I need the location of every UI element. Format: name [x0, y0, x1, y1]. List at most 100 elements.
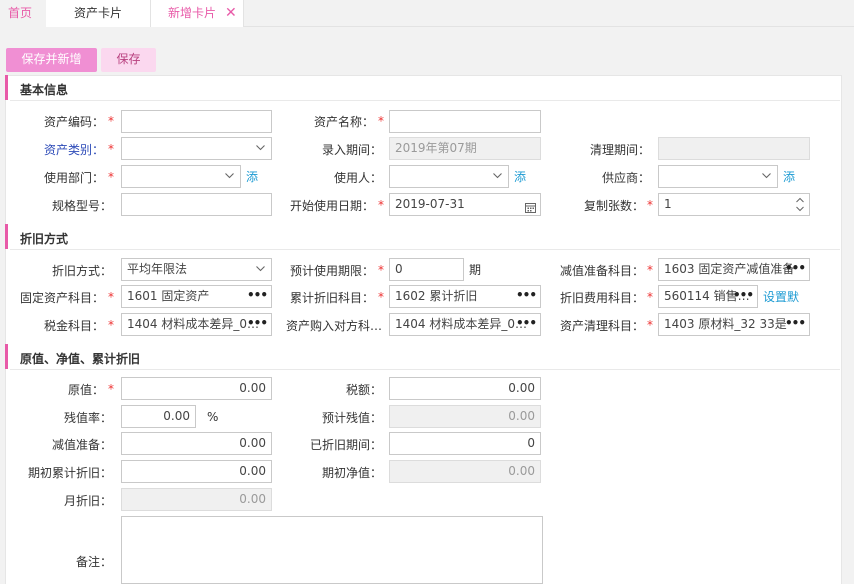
required-mark: *	[108, 318, 114, 332]
tab-new-card-label: 新增卡片	[168, 6, 217, 20]
required-mark: *	[378, 263, 384, 277]
user-select[interactable]	[389, 165, 509, 188]
dep-expense-account-picker[interactable]: 560114 销售… •••	[658, 285, 758, 308]
cleanup-period-label: 清理期间：	[589, 143, 650, 157]
more-icon[interactable]: •••	[247, 314, 268, 335]
impairment-input[interactable]: 0.00	[121, 432, 272, 455]
opening-accum-dep-input[interactable]: 0.00	[121, 460, 272, 483]
required-mark: *	[108, 142, 114, 156]
tab-home[interactable]: 首页	[0, 0, 46, 27]
period-unit: 期	[469, 263, 482, 277]
accum-dep-account-picker[interactable]: 1602 累计折旧 •••	[389, 285, 541, 308]
purchase-offset-account-picker[interactable]: 1404 材料成本差异_0… •••	[389, 313, 541, 336]
required-mark: *	[108, 114, 114, 128]
more-icon[interactable]: •••	[785, 259, 806, 280]
required-mark: *	[378, 114, 384, 128]
divider	[10, 369, 840, 370]
department-label: 使用部门：	[43, 171, 104, 185]
chevron-down-icon	[256, 259, 265, 280]
save-and-new-button[interactable]: 保存并新增	[6, 48, 97, 72]
required-mark: *	[378, 290, 384, 304]
required-mark: *	[647, 318, 653, 332]
original-value-input[interactable]: 0.00	[121, 377, 272, 400]
impairment-account-picker[interactable]: 1603 固定资产减值准备 •••	[658, 258, 810, 281]
save-button[interactable]: 保存	[101, 48, 156, 72]
section-title-basic: 基本信息	[20, 83, 69, 97]
required-mark: *	[378, 198, 384, 212]
section-title-value: 原值、净值、累计折旧	[20, 352, 141, 366]
dep-expense-account-label: 折旧费用科目：	[559, 291, 644, 305]
asset-code-input[interactable]	[121, 110, 272, 133]
useful-life-input[interactable]: 0	[389, 258, 464, 281]
remark-label: 备注：	[75, 555, 112, 569]
residual-rate-input[interactable]: 0.00	[121, 405, 196, 428]
accum-dep-account-label: 累计折旧科目：	[289, 291, 374, 305]
opening-net-field: 0.00	[389, 460, 541, 483]
department-select[interactable]	[121, 165, 241, 188]
supplier-select[interactable]	[658, 165, 778, 188]
tax-account-picker[interactable]: 1404 材料成本差异_0… •••	[121, 313, 272, 336]
chevron-down-icon	[225, 166, 234, 187]
close-icon[interactable]: ✕	[225, 0, 237, 26]
asset-code-label: 资产编码：	[43, 115, 104, 129]
dep-method-label: 折旧方式：	[51, 264, 112, 278]
spec-input[interactable]	[121, 193, 272, 216]
add-department-link[interactable]: 添	[246, 170, 258, 184]
more-icon[interactable]: •••	[516, 286, 537, 307]
required-mark: *	[108, 170, 114, 184]
more-icon[interactable]: •••	[247, 286, 268, 307]
monthly-dep-label: 月折旧：	[63, 494, 112, 508]
monthly-dep-field: 0.00	[121, 488, 272, 511]
calendar-icon[interactable]	[525, 199, 536, 213]
dep-periods-input[interactable]: 0	[389, 432, 541, 455]
cleanup-period-field	[658, 137, 810, 160]
section-marker	[5, 75, 8, 100]
required-mark: *	[647, 263, 653, 277]
impairment-account-label: 减值准备科目：	[559, 264, 644, 278]
fixed-asset-account-picker[interactable]: 1601 固定资产 •••	[121, 285, 272, 308]
dep-periods-label: 已折旧期间：	[309, 438, 382, 452]
opening-accum-dep-label: 期初累计折旧：	[27, 466, 112, 480]
divider	[10, 249, 840, 250]
opening-net-label: 期初净值：	[321, 466, 382, 480]
chevron-down-icon	[762, 166, 771, 187]
more-icon[interactable]: •••	[516, 314, 537, 335]
asset-name-label: 资产名称：	[313, 115, 374, 129]
est-residual-field: 0.00	[389, 405, 541, 428]
stepper-arrows-icon[interactable]	[795, 195, 805, 214]
fixed-asset-account-label: 固定资产科目：	[19, 291, 104, 305]
est-residual-label: 预计残值：	[321, 411, 382, 425]
start-date-input[interactable]: 2019-07-31	[389, 193, 541, 216]
required-mark: *	[108, 290, 114, 304]
divider	[10, 100, 840, 101]
set-default-link[interactable]: 设置默	[763, 290, 799, 304]
percent-unit: %	[207, 410, 219, 424]
required-mark: *	[647, 290, 653, 304]
chevron-down-icon	[256, 138, 265, 159]
entry-period-field: 2019年第07期	[389, 137, 541, 160]
tab-new-card[interactable]: 新增卡片 ✕	[150, 0, 244, 27]
tax-amount-input[interactable]: 0.00	[389, 377, 541, 400]
section-marker	[5, 224, 8, 249]
tab-asset-card[interactable]: 资产卡片	[46, 0, 150, 27]
dep-method-select[interactable]: 平均年限法	[121, 258, 272, 281]
asset-name-input[interactable]	[389, 110, 541, 133]
tax-amount-label: 税额：	[345, 383, 382, 397]
entry-period-label: 录入期间：	[321, 143, 382, 157]
asset-category-select[interactable]	[121, 137, 272, 160]
spec-label: 规格型号：	[51, 199, 112, 213]
user-label: 使用人：	[333, 171, 382, 185]
section-title-depreciation: 折旧方式	[20, 232, 69, 246]
original-value-label: 原值：	[67, 383, 104, 397]
copy-count-stepper[interactable]: 1	[658, 193, 810, 216]
residual-rate-label: 残值率：	[63, 411, 112, 425]
add-user-link[interactable]: 添	[514, 170, 526, 184]
disposal-account-picker[interactable]: 1403 原材料_32 33是 •••	[658, 313, 810, 336]
add-supplier-link[interactable]: 添	[783, 170, 795, 184]
more-icon[interactable]: •••	[733, 286, 754, 307]
tax-account-label: 税金科目：	[43, 319, 104, 333]
asset-category-label[interactable]: 资产类别：	[20, 143, 104, 157]
more-icon[interactable]: •••	[785, 314, 806, 335]
required-mark: *	[108, 382, 114, 396]
remark-textarea[interactable]	[121, 516, 543, 584]
